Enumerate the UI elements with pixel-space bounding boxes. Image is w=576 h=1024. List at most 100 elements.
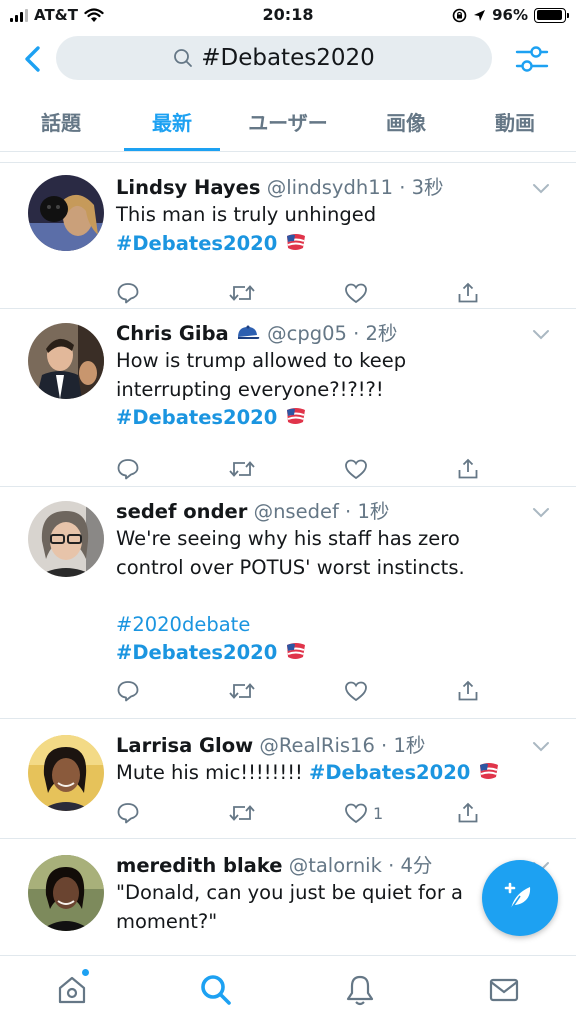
retweet-button[interactable]: [228, 455, 256, 483]
chevron-down-icon[interactable]: [532, 741, 550, 753]
flag-emoji-icon: [286, 233, 305, 250]
nav-notifications[interactable]: [340, 970, 380, 1010]
like-button[interactable]: [344, 455, 373, 483]
reply-button[interactable]: [116, 677, 140, 705]
compose-feather-icon: [504, 882, 531, 913]
compose-tweet-button[interactable]: [482, 860, 558, 936]
like-button[interactable]: [344, 677, 373, 705]
user-handle[interactable]: @cpg05: [267, 322, 347, 345]
retweet-icon: [229, 285, 255, 301]
reply-button[interactable]: [116, 279, 140, 307]
user-handle[interactable]: @lindsydh11: [267, 176, 393, 199]
separator: ·: [381, 854, 401, 877]
tweet[interactable]: sedef onder @nsedef · 1秒 We're seeing wh…: [0, 486, 576, 718]
heart-icon: [345, 283, 367, 304]
retweet-button[interactable]: [228, 279, 256, 307]
hashtag-link[interactable]: #Debates2020: [116, 641, 277, 664]
chevron-down-icon[interactable]: [532, 329, 550, 341]
tweet-text: We're seeing why his staff has zero cont…: [116, 525, 556, 668]
battery-icon: [534, 7, 569, 23]
avatar[interactable]: [28, 735, 104, 811]
tweet-text: Mute his mic!!!!!!!! #Debates2020: [116, 759, 556, 788]
avatar[interactable]: [28, 175, 104, 251]
tweet-body: Lindsy Hayes @lindsydh11 · 3秒 This man i…: [116, 175, 556, 258]
tab-videos[interactable]: 動画: [472, 90, 558, 152]
heart-icon: [345, 803, 367, 824]
share-icon: [458, 680, 478, 701]
orientation-lock-icon: [452, 8, 467, 22]
tab-latest[interactable]: 最新: [124, 90, 220, 152]
tweet-time: 1秒: [393, 734, 426, 757]
flag-emoji-icon: [286, 408, 305, 424]
search-input[interactable]: #Debates2020: [56, 36, 492, 80]
like-button[interactable]: [344, 279, 373, 307]
heart-icon: [345, 681, 367, 702]
avatar[interactable]: [28, 323, 104, 399]
chevron-down-icon[interactable]: [532, 183, 550, 195]
status-bar: AT&T 20:18 96%: [0, 0, 576, 30]
retweet-button[interactable]: [228, 677, 256, 705]
separator: ·: [393, 176, 412, 199]
avatar[interactable]: [28, 855, 104, 931]
search-header: #Debates2020: [0, 30, 576, 90]
tweet[interactable]: Larrisa Glow @RealRis16 · 1秒 Mute his mi…: [0, 718, 576, 838]
separator: ·: [346, 322, 366, 345]
hashtag-link[interactable]: #Debates2020: [309, 761, 470, 784]
chevron-down-icon[interactable]: [532, 507, 550, 519]
tab-photos[interactable]: 画像: [362, 90, 450, 152]
tweet-actions: [116, 677, 486, 705]
back-button[interactable]: [18, 42, 48, 76]
share-button[interactable]: [456, 279, 480, 307]
user-name[interactable]: Lindsy Hayes: [116, 176, 260, 199]
avatar[interactable]: [28, 501, 104, 577]
user-handle[interactable]: @nsedef: [254, 500, 339, 523]
tweet-feed[interactable]: Lindsy Hayes @lindsydh11 · 3秒 This man i…: [0, 152, 576, 955]
hashtag-link[interactable]: #Debates2020: [116, 232, 277, 255]
tweet-text-line: Mute his mic!!!!!!!!: [116, 761, 310, 784]
tweet-text: How is trump allowed to keep interruptin…: [116, 347, 556, 433]
notification-dot: [81, 968, 90, 977]
nav-messages[interactable]: [484, 970, 524, 1010]
user-name[interactable]: Chris Giba: [116, 322, 229, 345]
tweet-text-line: How is trump allowed to keep: [116, 349, 407, 372]
share-button[interactable]: [456, 677, 480, 705]
hashtag-link[interactable]: #2020debate: [116, 613, 250, 636]
search-settings-button[interactable]: [514, 42, 550, 76]
share-button[interactable]: [456, 799, 480, 827]
user-handle[interactable]: @talornik: [289, 854, 382, 877]
user-handle[interactable]: @RealRis16: [259, 734, 374, 757]
tweet-time: 4分: [400, 854, 433, 877]
reply-button[interactable]: [116, 799, 140, 827]
mail-icon: [489, 978, 519, 1002]
tweet-actions: [116, 279, 486, 307]
tweet[interactable]: Lindsy Hayes @lindsydh11 · 3秒 This man i…: [0, 162, 576, 308]
retweet-icon: [229, 805, 255, 821]
active-tab-indicator: [124, 148, 220, 151]
nav-home[interactable]: [52, 968, 92, 1010]
tweet-header: Chris Giba @cpg05 · 2秒: [116, 321, 556, 347]
nav-search[interactable]: [196, 970, 236, 1010]
search-query: #Debates2020: [201, 45, 375, 71]
like-button[interactable]: 1: [344, 799, 383, 827]
like-count: 1: [373, 803, 384, 823]
tweet-body: Chris Giba @cpg05 · 2秒 How is trump allo…: [116, 321, 556, 433]
flag-emoji-icon: [479, 763, 498, 779]
separator: ·: [338, 500, 358, 523]
tab-top[interactable]: 話題: [18, 90, 104, 152]
user-name[interactable]: Larrisa Glow: [116, 734, 253, 757]
retweet-icon: [229, 461, 255, 477]
tweet-header: Lindsy Hayes @lindsydh11 · 3秒: [116, 175, 556, 201]
user-name[interactable]: meredith blake: [116, 854, 283, 877]
user-name[interactable]: sedef onder: [116, 500, 247, 523]
tweet-time: 2秒: [365, 322, 398, 345]
retweet-button[interactable]: [228, 799, 256, 827]
search-tabs: 話題 最新 ユーザー 画像 動画: [0, 90, 576, 152]
hashtag-link[interactable]: #Debates2020: [116, 406, 277, 429]
tab-people[interactable]: ユーザー: [236, 90, 340, 152]
share-button[interactable]: [456, 455, 480, 483]
tweet[interactable]: Chris Giba @cpg05 · 2秒 How is trump allo…: [0, 308, 576, 486]
tweet-text: This man is truly unhinged #Debates2020: [116, 201, 556, 258]
reply-button[interactable]: [116, 455, 140, 483]
battery-level: [536, 10, 563, 20]
reply-icon: [117, 283, 139, 304]
